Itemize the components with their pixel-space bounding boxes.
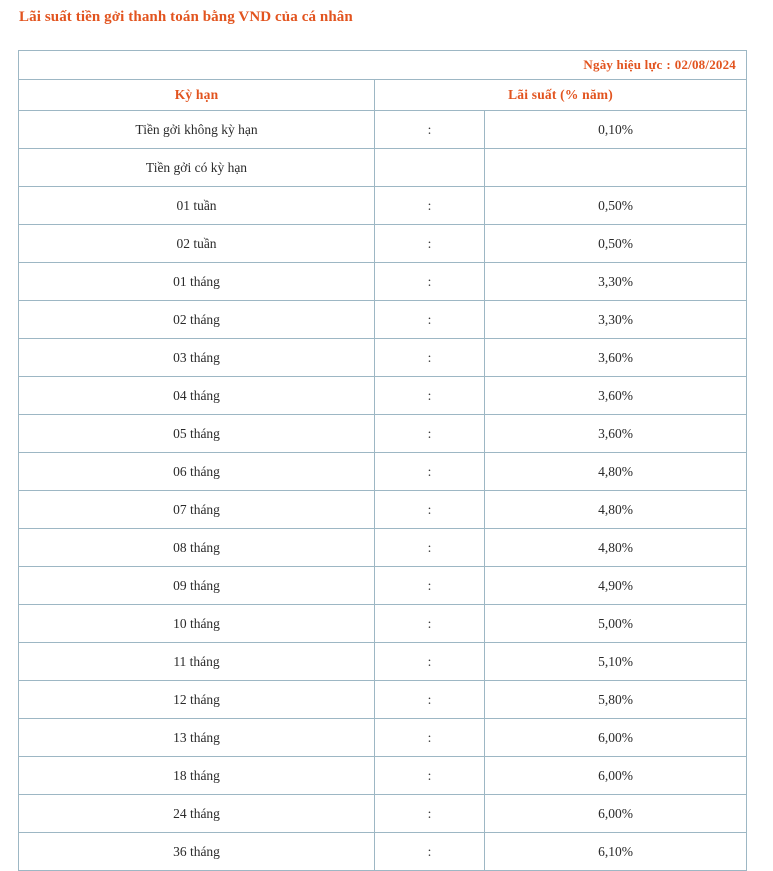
cell-rate: 6,00% [484,718,747,757]
cell-colon: : [374,186,485,225]
table-row: 06 tháng:4,80% [18,452,747,491]
cell-term: 09 tháng [18,566,375,605]
cell-colon [374,148,485,187]
cell-rate: 0,10% [484,110,747,149]
cell-rate: 3,60% [484,376,747,415]
cell-colon: : [374,528,485,567]
table-row: 36 tháng:6,10% [18,832,747,871]
effective-date-row: Ngày hiệu lực:02/08/2024 [18,50,747,80]
cell-term: 06 tháng [18,452,375,491]
effective-date-label: Ngày hiệu lực [583,57,663,72]
cell-colon: : [374,604,485,643]
table-row: 01 tháng:3,30% [18,262,747,301]
cell-colon: : [374,490,485,529]
cell-term: 36 tháng [18,832,375,871]
cell-rate: 3,30% [484,300,747,339]
table-row: 04 tháng:3,60% [18,376,747,415]
cell-term: 02 tháng [18,300,375,339]
cell-rate [484,148,747,187]
cell-colon: : [374,300,485,339]
cell-colon: : [374,452,485,491]
table-row: 02 tháng:3,30% [18,300,747,339]
table-row: Tiền gởi có kỳ hạn [18,148,747,187]
cell-colon: : [374,224,485,263]
cell-colon: : [374,832,485,871]
cell-term: 03 tháng [18,338,375,377]
cell-rate: 4,80% [484,490,747,529]
cell-colon: : [374,680,485,719]
cell-term: 01 tháng [18,262,375,301]
cell-colon: : [374,642,485,681]
effective-date-separator: : [666,57,671,72]
table-row: 03 tháng:3,60% [18,338,747,377]
cell-term: 18 tháng [18,756,375,795]
interest-rate-table: Ngày hiệu lực:02/08/2024 Kỳ hạn Lãi suất… [18,50,747,871]
cell-rate: 6,10% [484,832,747,871]
page-title: Lãi suất tiền gởi thanh toán bằng VND củ… [19,9,353,25]
cell-term: 04 tháng [18,376,375,415]
cell-rate: 0,50% [484,224,747,263]
cell-rate: 5,10% [484,642,747,681]
table-header-row: Kỳ hạn Lãi suất (% năm) [18,79,747,111]
cell-colon: : [374,414,485,453]
cell-term: 24 tháng [18,794,375,833]
cell-rate: 4,80% [484,452,747,491]
cell-term: Tiền gởi không kỳ hạn [18,110,375,149]
rate-sheet-page: Lãi suất tiền gởi thanh toán bằng VND củ… [0,0,773,871]
cell-rate: 0,50% [484,186,747,225]
cell-term: 02 tuần [18,224,375,263]
cell-colon: : [374,262,485,301]
table-row: 12 tháng:5,80% [18,680,747,719]
table-row: 07 tháng:4,80% [18,490,747,529]
column-header-term: Kỳ hạn [18,79,375,111]
cell-term: 11 tháng [18,642,375,681]
cell-term: 10 tháng [18,604,375,643]
rate-table-body: Ngày hiệu lực:02/08/2024 Kỳ hạn Lãi suất… [18,50,747,871]
effective-date-cell: Ngày hiệu lực:02/08/2024 [18,50,747,80]
table-row: 18 tháng:6,00% [18,756,747,795]
cell-rate: 5,00% [484,604,747,643]
cell-term: 01 tuần [18,186,375,225]
column-header-rate: Lãi suất (% năm) [374,79,747,111]
cell-rate: 4,90% [484,566,747,605]
table-row: 13 tháng:6,00% [18,718,747,757]
cell-rate: 3,30% [484,262,747,301]
table-row: 09 tháng:4,90% [18,566,747,605]
table-row: 10 tháng:5,00% [18,604,747,643]
cell-colon: : [374,756,485,795]
cell-term: 13 tháng [18,718,375,757]
cell-term: Tiền gởi có kỳ hạn [18,148,375,187]
cell-term: 08 tháng [18,528,375,567]
table-row: Tiền gởi không kỳ hạn:0,10% [18,110,747,149]
cell-term: 12 tháng [18,680,375,719]
cell-colon: : [374,110,485,149]
cell-colon: : [374,566,485,605]
cell-rate: 3,60% [484,414,747,453]
cell-rate: 6,00% [484,794,747,833]
cell-colon: : [374,338,485,377]
table-row: 01 tuần:0,50% [18,186,747,225]
table-row: 02 tuần:0,50% [18,224,747,263]
cell-term: 07 tháng [18,490,375,529]
table-row: 11 tháng:5,10% [18,642,747,681]
cell-rate: 5,80% [484,680,747,719]
cell-rate: 3,60% [484,338,747,377]
table-row: 08 tháng:4,80% [18,528,747,567]
rate-table-container: Ngày hiệu lực:02/08/2024 Kỳ hạn Lãi suất… [18,50,747,871]
cell-colon: : [374,794,485,833]
cell-rate: 6,00% [484,756,747,795]
cell-term: 05 tháng [18,414,375,453]
table-row: 05 tháng:3,60% [18,414,747,453]
table-row: 24 tháng:6,00% [18,794,747,833]
cell-rate: 4,80% [484,528,747,567]
effective-date-value: 02/08/2024 [674,57,736,72]
cell-colon: : [374,376,485,415]
cell-colon: : [374,718,485,757]
